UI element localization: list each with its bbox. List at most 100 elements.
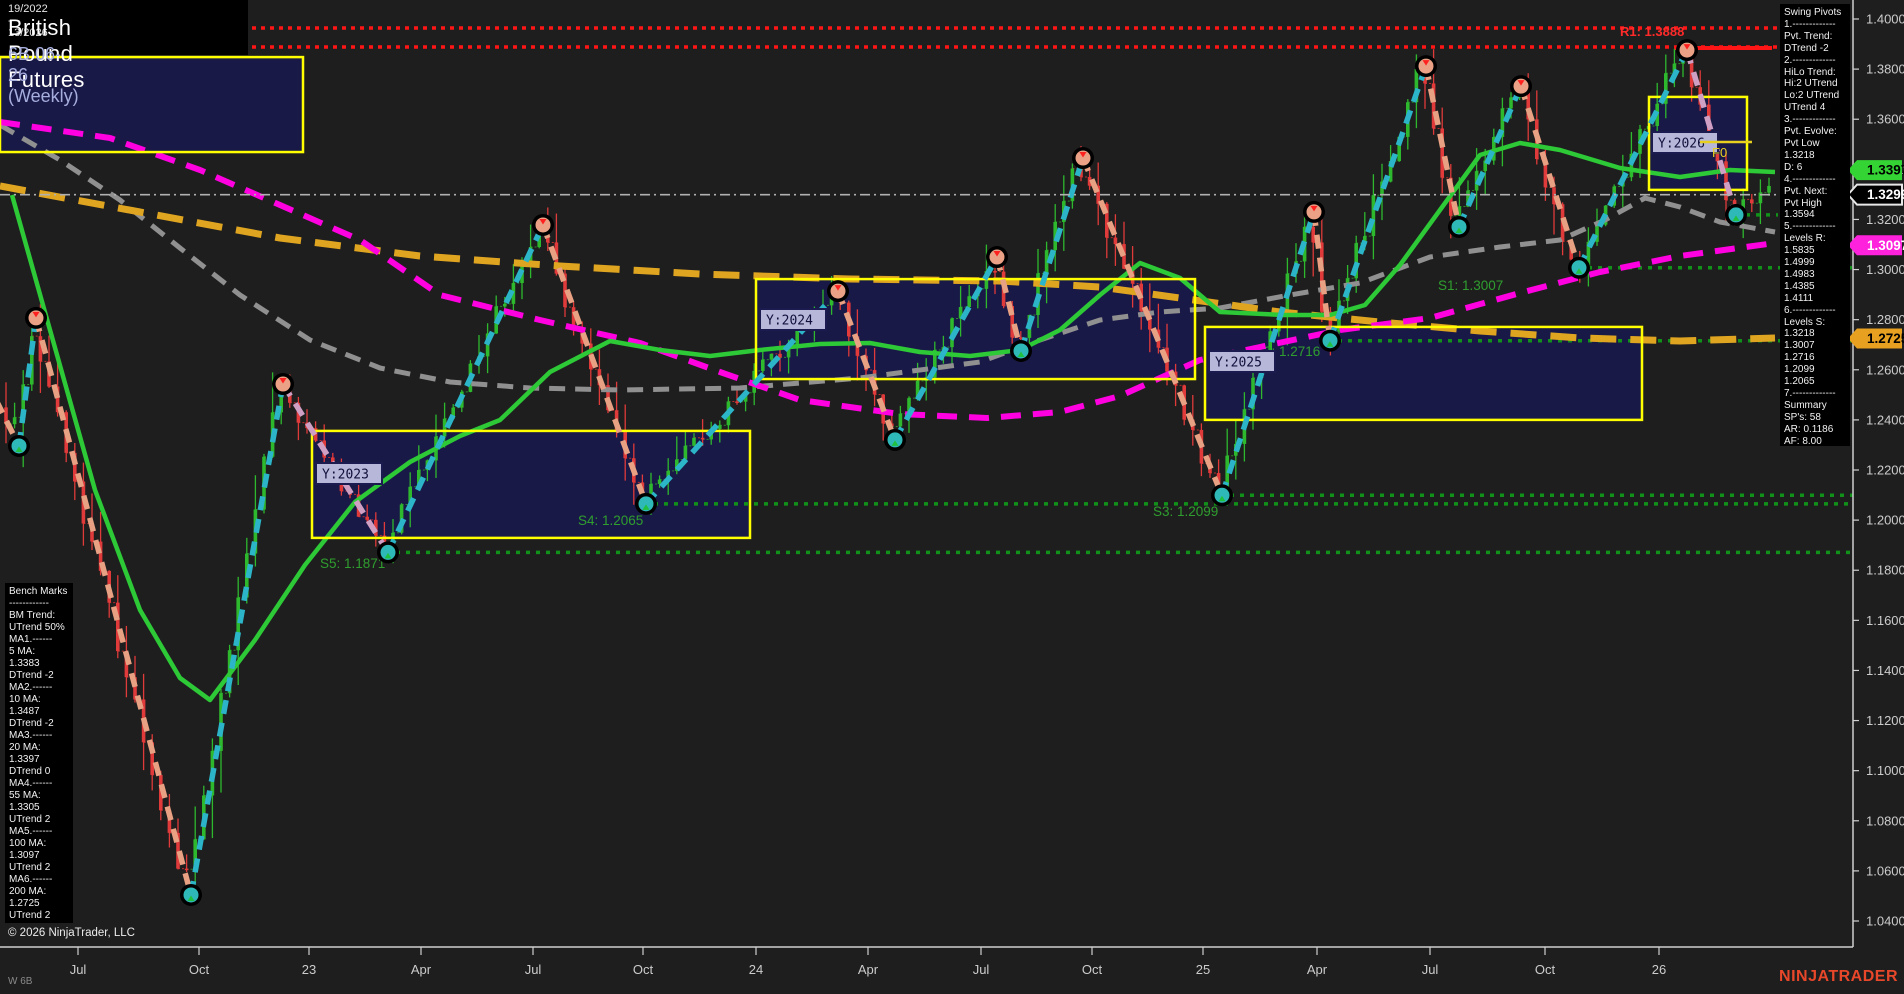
- panel-line: Pvt Low: [1784, 137, 1820, 149]
- svg-text:1.3299: 1.3299: [1867, 187, 1904, 202]
- svg-text:1.1800: 1.1800: [1866, 563, 1904, 578]
- contract-subtitle: 6B 06-26 (Weekly): [8, 44, 79, 106]
- svg-text:S4: 1.2065: S4: 1.2065: [578, 513, 643, 528]
- panel-line: 55 MA:: [9, 790, 41, 801]
- panel-line: Summary: [1784, 399, 1827, 411]
- panel-line: MA2.------: [9, 682, 53, 693]
- svg-text:Oct: Oct: [1082, 962, 1103, 977]
- svg-text:1.3000: 1.3000: [1866, 262, 1904, 277]
- svg-text:1.4000: 1.4000: [1866, 12, 1904, 27]
- panel-line: D: 6: [1784, 161, 1803, 173]
- panel-line: 3.-------------: [1784, 114, 1836, 126]
- svg-text:Apr: Apr: [411, 962, 432, 977]
- panel-line: 1.2065: [1784, 376, 1815, 388]
- panel-line: 1.4385: [1784, 280, 1815, 292]
- panel-line: BM Trend:: [9, 610, 56, 621]
- panel-line: HiLo Trend:: [1784, 66, 1836, 78]
- svg-text:Y:2024: Y:2024: [766, 314, 813, 329]
- panel-line: SP's: 58: [1784, 411, 1821, 423]
- svg-text:Y:2026: Y:2026: [1658, 137, 1705, 152]
- svg-text:24: 24: [749, 962, 763, 977]
- panel-line: 1.3218: [1784, 149, 1815, 161]
- panel-line: Swing Pivots: [1784, 7, 1842, 18]
- svg-text:1.2200: 1.2200: [1866, 463, 1904, 478]
- svg-text:1.1400: 1.1400: [1866, 663, 1904, 678]
- svg-text:Oct: Oct: [189, 962, 210, 977]
- svg-text:Jul: Jul: [70, 962, 87, 977]
- panel-line: 200 MA:: [9, 886, 47, 897]
- panel-line: 6.-------------: [1784, 304, 1836, 316]
- panel-line: 7.-------------: [1784, 388, 1836, 399]
- svg-text:S1: 1.3007: S1: 1.3007: [1438, 278, 1503, 293]
- panel-line: 1.4999: [1784, 257, 1815, 269]
- panel-line: Pvt. Trend:: [1784, 30, 1833, 42]
- panel-line: 4.-------------: [1784, 173, 1836, 185]
- bench-marks-panel: Bench Marks ------------ BM Trend: UTrend 5…: [5, 583, 73, 923]
- svg-text:1.0600: 1.0600: [1866, 863, 1904, 878]
- svg-text:1.0400: 1.0400: [1866, 914, 1904, 929]
- panel-line: Pvt. Next:: [1784, 185, 1828, 197]
- panel-line: 5 MA:: [9, 646, 36, 657]
- price-axis[interactable]: 1.40001.38001.36001.34001.32001.30001.28…: [1846, 0, 1904, 947]
- svg-text:Jul: Jul: [525, 962, 542, 977]
- panel-line: AR: 0.1186: [1784, 423, 1834, 435]
- panel-line: 100 MA:: [9, 838, 47, 849]
- panel-line: 1.4983: [1784, 268, 1815, 280]
- panel-line: Lo:2 UTrend: [1784, 90, 1840, 102]
- svg-text:26: 26: [1652, 962, 1666, 977]
- svg-text:Apr: Apr: [858, 962, 879, 977]
- svg-text:Oct: Oct: [1535, 962, 1556, 977]
- svg-text:1.2725: 1.2725: [1867, 331, 1904, 346]
- panel-line: DTrend 0: [9, 766, 51, 777]
- panel-line: 1.3305: [9, 802, 40, 813]
- panel-line: 2.-------------: [1784, 54, 1836, 66]
- copyright-label: © 2026 NinjaTrader, LLC: [8, 927, 135, 939]
- svg-text:1.1000: 1.1000: [1866, 763, 1904, 778]
- panel-line: 20 MA:: [9, 742, 41, 753]
- svg-text:23: 23: [302, 962, 316, 977]
- svg-text:1.3600: 1.3600: [1866, 112, 1904, 127]
- svg-text:1.3397: 1.3397: [1867, 163, 1904, 178]
- panel-line: 1.3397: [9, 754, 40, 765]
- panel-line: UTrend 2: [9, 862, 51, 873]
- panel-line: MA3.------: [9, 730, 53, 741]
- panel-line: UTrend 4: [1784, 102, 1826, 114]
- time-axis[interactable]: Jul Oct 23 Apr Jul Oct 24 Apr Jul Oct 25 Apr Jul Oct 2…: [0, 946, 1853, 977]
- panel-line: 10 MA:: [9, 694, 41, 705]
- panel-line: UTrend 2: [9, 814, 51, 825]
- svg-text:Apr: Apr: [1307, 962, 1328, 977]
- swing-pivots-panel: Swing Pivots 1.------------- Pvt. Trend: DT…: [1780, 4, 1850, 447]
- ma-20-green-line: [9, 140, 1776, 703]
- svg-text:1.2400: 1.2400: [1866, 412, 1904, 427]
- panel-line: Pvt High: [1784, 197, 1822, 209]
- panel-line: 1.3097: [9, 850, 40, 861]
- svg-text:F0: F0: [1712, 145, 1727, 160]
- svg-text:1.1200: 1.1200: [1866, 713, 1904, 728]
- panel-line: UTrend 50%: [9, 622, 65, 633]
- instrument-label: W 6B: [8, 976, 33, 987]
- svg-text:Y:2023: Y:2023: [322, 468, 369, 483]
- panel-line: Pvt. Evolve:: [1784, 126, 1837, 138]
- svg-text:R1: 1.3888: R1: 1.3888: [1620, 24, 1684, 39]
- panel-line: UTrend 2: [9, 910, 51, 921]
- svg-text:1.3097: 1.3097: [1867, 238, 1904, 253]
- panel-line: 1.4111: [1784, 292, 1814, 304]
- panel-line: 1.3383: [9, 658, 40, 669]
- panel-line: 1.2716: [1784, 352, 1815, 364]
- panel-line: 1.5835: [1784, 245, 1815, 257]
- svg-text:1.2600: 1.2600: [1866, 362, 1904, 377]
- chart-canvas[interactable]: S5: 1.1871S4: 1.2065S3: 1.2099S2: 1.2716…: [0, 0, 1904, 994]
- panel-line: MA6.------: [9, 874, 53, 885]
- panel-line: 1.3007: [1784, 340, 1815, 352]
- panel-line: 5.-------------: [1784, 221, 1836, 233]
- svg-text:S5: 1.1871: S5: 1.1871: [320, 556, 385, 571]
- svg-text:Y:2025: Y:2025: [1215, 356, 1262, 371]
- panel-line: 1.-------------: [1784, 18, 1836, 30]
- svg-text:1.2000: 1.2000: [1866, 513, 1904, 528]
- panel-line: Levels R:: [1784, 233, 1826, 245]
- panel-line: Hi:2 UTrend: [1784, 78, 1838, 90]
- panel-line: 1.2099: [1784, 364, 1815, 376]
- candles: [4, 48, 1771, 897]
- svg-text:25: 25: [1196, 962, 1210, 977]
- svg-text:1.1600: 1.1600: [1866, 613, 1904, 628]
